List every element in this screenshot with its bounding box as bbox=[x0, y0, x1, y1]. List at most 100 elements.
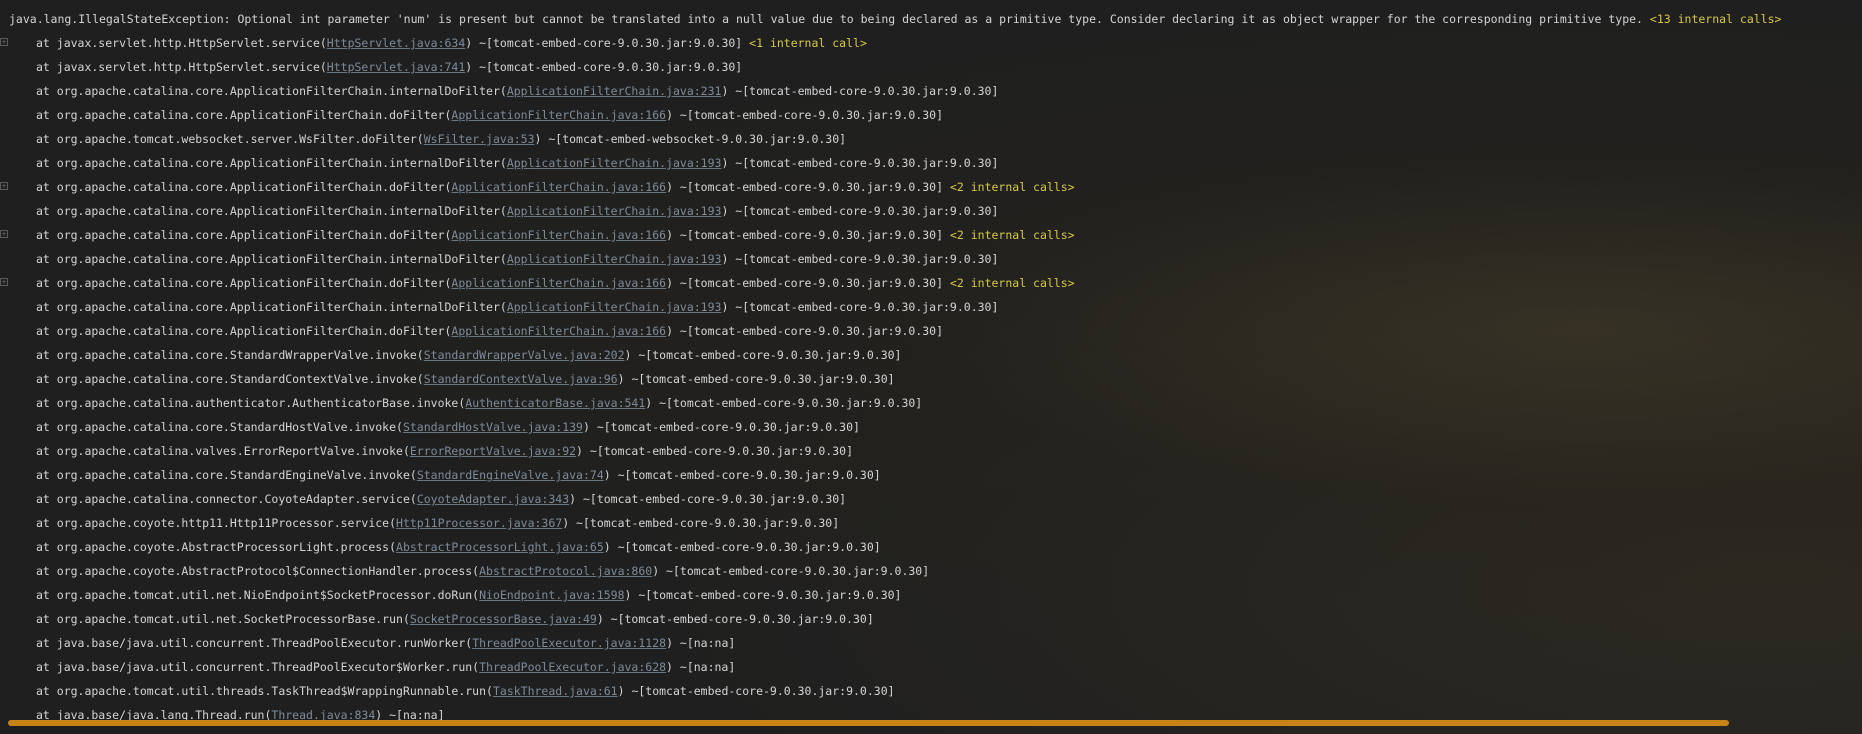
frame-method: at org.apache.coyote.AbstractProcessorLi… bbox=[36, 540, 397, 554]
source-link[interactable]: ApplicationFilterChain.java:193 bbox=[507, 204, 722, 218]
stack-frame: + at javax.servlet.http.HttpServlet.servi… bbox=[0, 33, 1862, 57]
source-link[interactable]: ApplicationFilterChain.java:166 bbox=[451, 108, 666, 122]
frame-method: at org.apache.catalina.core.ApplicationF… bbox=[36, 228, 452, 242]
source-link[interactable]: StandardContextValve.java:96 bbox=[424, 372, 618, 386]
frame-jar: ) ~[tomcat-embed-core-9.0.30.jar:9.0.30] bbox=[624, 348, 902, 362]
frame-jar: ) ~[tomcat-embed-core-9.0.30.jar:9.0.30] bbox=[721, 84, 999, 98]
frame-jar: ) ~[tomcat-embed-core-9.0.30.jar:9.0.30] bbox=[617, 372, 895, 386]
stack-frame: at org.apache.catalina.core.ApplicationF… bbox=[0, 249, 1862, 273]
frame-method: at org.apache.catalina.core.ApplicationF… bbox=[36, 300, 507, 314]
frame-jar: ) ~[tomcat-embed-core-9.0.30.jar:9.0.30] bbox=[569, 492, 847, 506]
frame-method: at org.apache.catalina.connector.CoyoteA… bbox=[36, 492, 417, 506]
internal-calls-link[interactable]: <2 internal calls> bbox=[950, 228, 1075, 242]
frame-jar: ) ~[tomcat-embed-core-9.0.30.jar:9.0.30] bbox=[617, 684, 895, 698]
source-link[interactable]: HttpServlet.java:634 bbox=[327, 36, 465, 50]
frame-method: at org.apache.catalina.core.StandardEngi… bbox=[36, 468, 417, 482]
frame-method: at org.apache.catalina.core.ApplicationF… bbox=[36, 252, 507, 266]
source-link[interactable]: AuthenticatorBase.java:541 bbox=[465, 396, 645, 410]
expand-icon[interactable]: + bbox=[0, 230, 8, 238]
source-link[interactable]: WsFilter.java:53 bbox=[424, 132, 535, 146]
frame-jar: ) ~[tomcat-embed-core-9.0.30.jar:9.0.30] bbox=[721, 156, 999, 170]
frame-method: at org.apache.catalina.core.ApplicationF… bbox=[36, 108, 452, 122]
expand-icon[interactable]: + bbox=[0, 278, 8, 286]
frame-jar: ) ~[tomcat-embed-core-9.0.30.jar:9.0.30] bbox=[666, 324, 944, 338]
frame-method: at org.apache.catalina.core.ApplicationF… bbox=[36, 84, 507, 98]
source-link[interactable]: ApplicationFilterChain.java:193 bbox=[507, 300, 722, 314]
internal-calls-link[interactable]: <2 internal calls> bbox=[950, 180, 1075, 194]
frame-jar: ) ~[na:na] bbox=[666, 636, 736, 650]
internal-calls-link[interactable]: <13 internal calls> bbox=[1650, 12, 1782, 26]
source-link[interactable]: ApplicationFilterChain.java:166 bbox=[451, 324, 666, 338]
frame-method: at org.apache.catalina.core.ApplicationF… bbox=[36, 156, 507, 170]
source-link[interactable]: StandardEngineValve.java:74 bbox=[417, 468, 604, 482]
frame-method: at org.apache.tomcat.util.net.SocketProc… bbox=[36, 612, 410, 626]
frame-method: at org.apache.catalina.core.StandardHost… bbox=[36, 420, 403, 434]
frame-method: at org.apache.catalina.core.StandardWrap… bbox=[36, 348, 424, 362]
source-link[interactable]: SocketProcessorBase.java:49 bbox=[410, 612, 597, 626]
source-link[interactable]: ApplicationFilterChain.java:193 bbox=[507, 252, 722, 266]
stack-frame: at org.apache.catalina.core.ApplicationF… bbox=[0, 201, 1862, 225]
frame-method: at javax.servlet.http.HttpServlet.servic… bbox=[36, 36, 327, 50]
stack-frame: at org.apache.catalina.connector.CoyoteA… bbox=[0, 489, 1862, 513]
stack-trace: java.lang.IllegalStateException: Optiona… bbox=[0, 9, 1862, 729]
stack-frame: at org.apache.coyote.AbstractProtocol$Co… bbox=[0, 561, 1862, 585]
stack-frame: at org.apache.catalina.core.ApplicationF… bbox=[0, 297, 1862, 321]
source-link[interactable]: AbstractProcessorLight.java:65 bbox=[396, 540, 604, 554]
frame-method: at javax.servlet.http.HttpServlet.servic… bbox=[36, 60, 327, 74]
frame-jar: ) ~[tomcat-embed-core-9.0.30.jar:9.0.30] bbox=[666, 228, 944, 242]
console-output[interactable]: java.lang.IllegalStateException: Optiona… bbox=[0, 0, 1862, 734]
source-link[interactable]: StandardHostValve.java:139 bbox=[403, 420, 583, 434]
exception-line: java.lang.IllegalStateException: Optiona… bbox=[0, 9, 1862, 33]
frame-jar: ) ~[tomcat-embed-core-9.0.30.jar:9.0.30] bbox=[596, 612, 874, 626]
stack-frame: at org.apache.catalina.core.StandardCont… bbox=[0, 369, 1862, 393]
source-link[interactable]: ThreadPoolExecutor.java:1128 bbox=[472, 636, 666, 650]
source-link[interactable]: ApplicationFilterChain.java:231 bbox=[507, 84, 722, 98]
internal-calls-link[interactable]: <1 internal call> bbox=[749, 36, 867, 50]
internal-calls-link[interactable]: <2 internal calls> bbox=[950, 276, 1075, 290]
frame-method: at org.apache.tomcat.websocket.server.Ws… bbox=[36, 132, 424, 146]
source-link[interactable]: ApplicationFilterChain.java:166 bbox=[451, 228, 666, 242]
source-link[interactable]: TaskThread.java:61 bbox=[493, 684, 618, 698]
stack-frame: at org.apache.tomcat.util.net.NioEndpoin… bbox=[0, 585, 1862, 609]
frame-method: at org.apache.catalina.core.ApplicationF… bbox=[36, 180, 452, 194]
source-link[interactable]: ApplicationFilterChain.java:166 bbox=[451, 276, 666, 290]
stack-frame: at org.apache.catalina.authenticator.Aut… bbox=[0, 393, 1862, 417]
stack-frame: + at org.apache.catalina.core.Application… bbox=[0, 273, 1862, 297]
source-link[interactable]: StandardWrapperValve.java:202 bbox=[424, 348, 625, 362]
frame-jar: ) ~[tomcat-embed-core-9.0.30.jar:9.0.30] bbox=[465, 36, 743, 50]
stack-frame: at org.apache.tomcat.websocket.server.Ws… bbox=[0, 129, 1862, 153]
stack-frame: at org.apache.tomcat.util.threads.TaskTh… bbox=[0, 681, 1862, 705]
frame-jar: ) ~[na:na] bbox=[666, 660, 736, 674]
expand-icon[interactable]: + bbox=[0, 38, 8, 46]
source-link[interactable]: ThreadPoolExecutor.java:628 bbox=[479, 660, 666, 674]
frame-method: at org.apache.catalina.core.ApplicationF… bbox=[36, 204, 507, 218]
frame-jar: ) ~[tomcat-embed-websocket-9.0.30.jar:9.… bbox=[534, 132, 847, 146]
frame-method: at org.apache.catalina.core.ApplicationF… bbox=[36, 324, 452, 338]
stack-frame: at org.apache.catalina.valves.ErrorRepor… bbox=[0, 441, 1862, 465]
stack-frame: at org.apache.coyote.http11.Http11Proces… bbox=[0, 513, 1862, 537]
source-link[interactable]: AbstractProtocol.java:860 bbox=[479, 564, 652, 578]
source-link[interactable]: ApplicationFilterChain.java:193 bbox=[507, 156, 722, 170]
source-link[interactable]: HttpServlet.java:741 bbox=[327, 60, 465, 74]
frame-method: at org.apache.tomcat.util.threads.TaskTh… bbox=[36, 684, 493, 698]
exception-message: java.lang.IllegalStateException: Optiona… bbox=[9, 12, 1643, 26]
frame-method: at org.apache.catalina.core.StandardCont… bbox=[36, 372, 424, 386]
stack-frame: + at org.apache.catalina.core.Application… bbox=[0, 177, 1862, 201]
frame-method: at org.apache.catalina.valves.ErrorRepor… bbox=[36, 444, 410, 458]
source-link[interactable]: ApplicationFilterChain.java:166 bbox=[451, 180, 666, 194]
frame-jar: ) ~[tomcat-embed-core-9.0.30.jar:9.0.30] bbox=[666, 108, 944, 122]
frame-jar: ) ~[tomcat-embed-core-9.0.30.jar:9.0.30] bbox=[562, 516, 840, 530]
source-link[interactable]: CoyoteAdapter.java:343 bbox=[417, 492, 569, 506]
frame-jar: ) ~[tomcat-embed-core-9.0.30.jar:9.0.30] bbox=[652, 564, 930, 578]
source-link[interactable]: NioEndpoint.java:1598 bbox=[479, 588, 624, 602]
stack-frame: at org.apache.catalina.core.StandardWrap… bbox=[0, 345, 1862, 369]
frame-jar: ) ~[tomcat-embed-core-9.0.30.jar:9.0.30] bbox=[465, 60, 743, 74]
source-link[interactable]: ErrorReportValve.java:92 bbox=[410, 444, 576, 458]
frame-jar: ) ~[tomcat-embed-core-9.0.30.jar:9.0.30] bbox=[666, 276, 944, 290]
horizontal-scrollbar[interactable] bbox=[8, 720, 1729, 726]
frame-method: at org.apache.coyote.AbstractProtocol$Co… bbox=[36, 564, 480, 578]
frame-method: at org.apache.catalina.authenticator.Aut… bbox=[36, 396, 466, 410]
frame-jar: ) ~[tomcat-embed-core-9.0.30.jar:9.0.30] bbox=[721, 252, 999, 266]
expand-icon[interactable]: + bbox=[0, 182, 8, 190]
source-link[interactable]: Http11Processor.java:367 bbox=[396, 516, 562, 530]
